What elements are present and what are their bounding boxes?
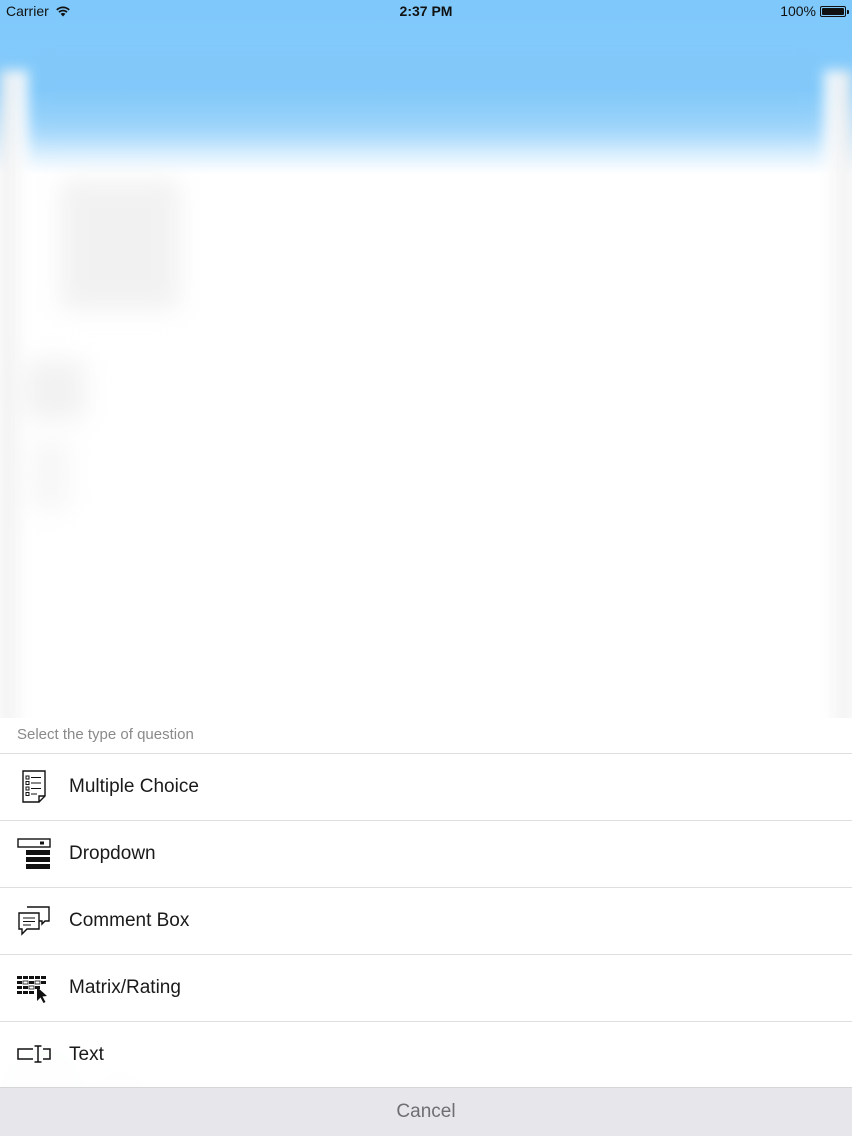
status-bar: Carrier 2:37 PM 100% — [0, 0, 852, 24]
question-type-action-sheet: Select the type of question Multiple Cho… — [0, 718, 852, 1136]
action-sheet-panel: Select the type of question Multiple Cho… — [0, 718, 852, 1087]
option-dropdown[interactable]: Dropdown — [0, 820, 852, 887]
option-label: Dropdown — [69, 843, 156, 864]
blurred-content-block — [25, 360, 85, 420]
blurred-content-block — [60, 180, 180, 310]
dropdown-icon — [17, 838, 51, 869]
battery-percentage: 100% — [780, 3, 816, 19]
option-label: Multiple Choice — [69, 776, 199, 797]
cancel-button[interactable]: Cancel — [0, 1087, 852, 1136]
blurred-content-block — [30, 440, 70, 510]
text-field-icon — [17, 1045, 51, 1063]
status-time: 2:37 PM — [399, 3, 453, 19]
matrix-rating-icon — [17, 976, 47, 1003]
option-text[interactable]: Text — [0, 1021, 852, 1088]
option-multiple-choice[interactable]: Multiple Choice — [0, 753, 852, 820]
option-label: Comment Box — [69, 910, 190, 931]
action-sheet-title: Select the type of question — [17, 726, 194, 743]
option-label: Text — [69, 1044, 104, 1065]
comment-box-icon — [18, 906, 50, 936]
option-matrix-rating[interactable]: Matrix/Rating — [0, 954, 852, 1021]
multiple-choice-icon — [22, 770, 46, 803]
blurred-nav-bar — [20, 60, 832, 140]
option-comment-box[interactable]: Comment Box — [0, 887, 852, 954]
option-label: Matrix/Rating — [69, 977, 181, 998]
question-type-list: Multiple Choice Dropdown Comment Box Mat… — [0, 753, 852, 1088]
status-battery-group: 100% — [780, 3, 849, 19]
screen: Carrier 2:37 PM 100% Select the type of … — [0, 0, 852, 1136]
battery-icon — [820, 5, 849, 17]
